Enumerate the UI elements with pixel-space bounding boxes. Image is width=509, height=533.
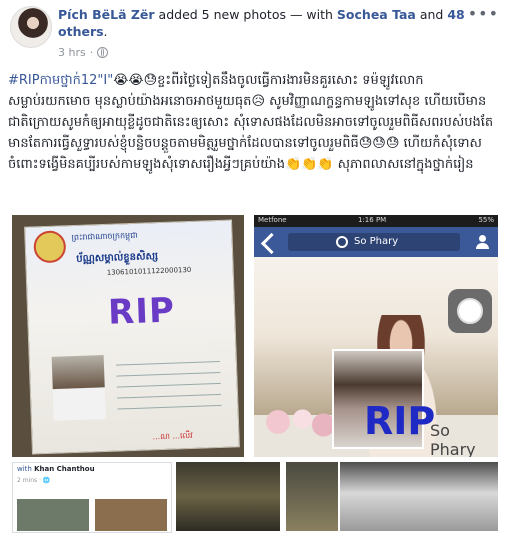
rip-overlay-text: RIP (107, 290, 176, 333)
post-action-text: added 5 new photos — with (154, 7, 337, 22)
battery-label: 55% (478, 216, 494, 224)
carrier-label: Metfone (258, 216, 287, 224)
student-photo (51, 355, 106, 421)
and-text: and (415, 7, 448, 22)
card-header-text: ព្រះរាជាណាចក្រកម្ពុជា (71, 230, 138, 243)
post-body: #RIPកាមថ្នាក់12"I"😭😭😓ខ្ចះពីរថ្ងៃទៀតនឹងចូ… (8, 70, 501, 175)
fb-search-bar: So Phary (254, 227, 498, 257)
assistive-touch-icon (448, 289, 492, 333)
flowers-decoration (264, 407, 334, 437)
card-stamp-text: ...ណ ...លើវ (152, 430, 193, 442)
back-arrow-icon (260, 232, 283, 255)
thumb-post-time: 2 mins · 🌐 (17, 477, 51, 484)
globe-icon (97, 47, 109, 58)
post-header: Pích BëLä Zër added 5 new photos — with … (0, 0, 509, 66)
tagged-friend-link[interactable]: Sochea Taa (337, 7, 416, 22)
search-icon (336, 236, 348, 248)
clock-label: 1:16 PM (358, 216, 387, 224)
thumb-with-text: with (17, 465, 35, 473)
friends-icon (476, 235, 490, 249)
photo-thumbnail-tent[interactable] (340, 462, 498, 531)
hashtag-link[interactable]: #RIPកាមថ្នាក់12"I" (8, 73, 113, 88)
photo-profile-screenshot[interactable]: Metfone 1:16 PM 55% So Phary RIP So Phar… (254, 215, 498, 457)
card-field-lines (115, 351, 222, 420)
emoji-group: 😭😭😓 (113, 73, 158, 88)
photo-grid: ព្រះរាជាណាចក្រកម្ពុជា ប័ណ្ណសម្គាល់ខ្លួនស… (0, 212, 509, 533)
thumb-author-name: Khan Chanthou (34, 465, 95, 473)
rip-overlay-text: RIP (364, 399, 436, 443)
period-text: . (103, 24, 108, 39)
thumb-post-header: with Khan Chanthou (17, 465, 95, 473)
profile-name: So Phary (430, 421, 476, 457)
card-title: ប័ណ្ណសម្គាល់ខ្លួនសិស្ស (76, 251, 159, 265)
school-seal-icon (33, 230, 67, 264)
id-card: ព្រះរាជាណាចក្រកម្ពុជា ប័ណ្ណសម្គាល់ខ្លួនស… (24, 219, 240, 455)
post-time[interactable]: 3 hrs (58, 46, 86, 59)
post-meta: 3 hrs · (58, 46, 109, 59)
photo-thumbnail-courtyard[interactable] (176, 462, 280, 531)
phone-status-bar: Metfone 1:16 PM 55% (254, 215, 498, 227)
thumb-post-images (17, 499, 167, 531)
author-name[interactable]: Pích BëLä Zër (58, 7, 155, 22)
photo-thumbnail-interior[interactable] (286, 462, 338, 531)
search-query: So Phary (354, 236, 399, 247)
meta-separator: · (89, 46, 94, 59)
photo-thumbnail-post[interactable]: with Khan Chanthou 2 mins · 🌐 (12, 462, 172, 533)
post-headline: Pích BëLä Zër added 5 new photos — with … (58, 6, 478, 40)
search-box: So Phary (288, 233, 460, 251)
more-options-icon[interactable]: ••• (468, 4, 499, 23)
author-avatar[interactable] (10, 6, 52, 48)
card-number: 1306101011122000130 (106, 265, 192, 277)
photo-student-id-card[interactable]: ព្រះរាជាណាចក្រកម្ពុជា ប័ណ្ណសម្គាល់ខ្លួនស… (12, 215, 244, 457)
